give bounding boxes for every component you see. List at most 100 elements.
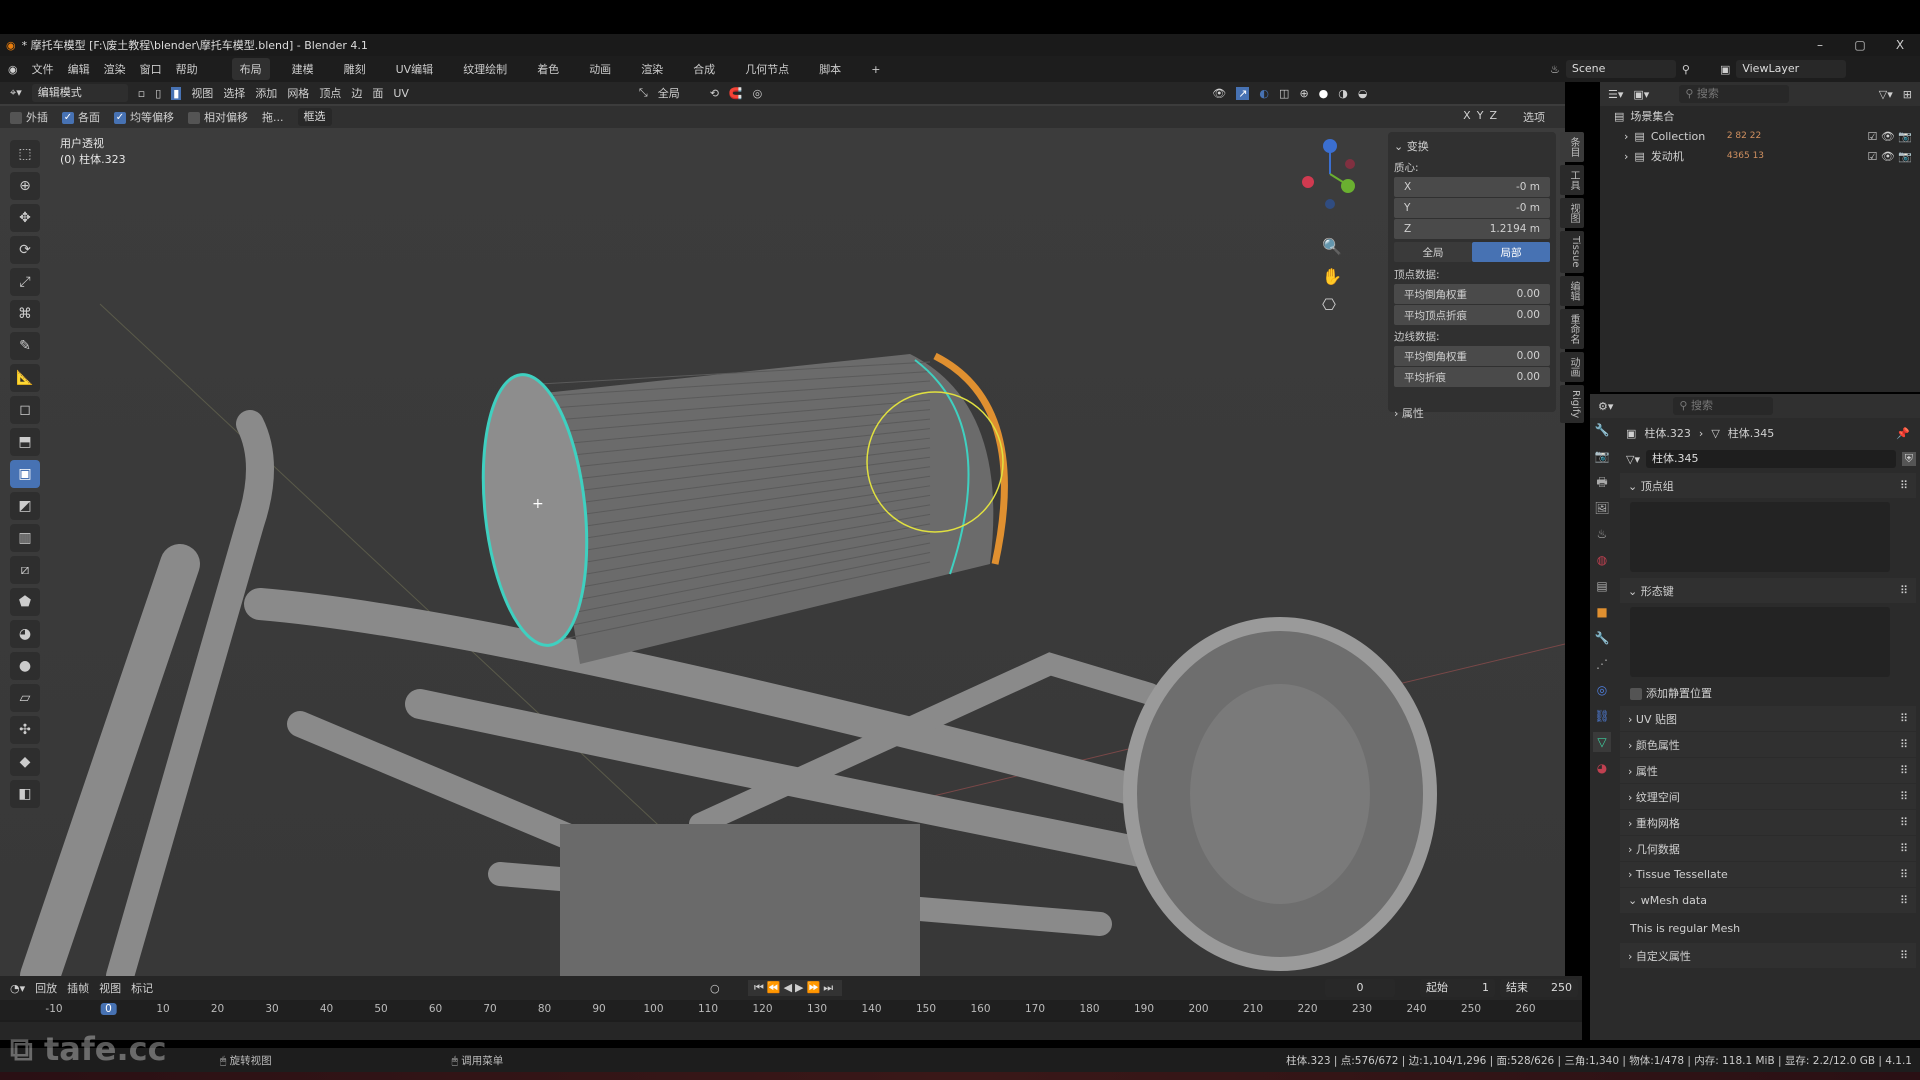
edge-slide-tool-icon[interactable]: ▱ (10, 684, 40, 712)
inset-faces-tool-icon[interactable]: ▣ (10, 460, 40, 488)
editor-type-icon[interactable]: ⚙▾ (1598, 400, 1613, 413)
rendered-shading-icon[interactable]: ◒ (1358, 87, 1368, 100)
attributes-header[interactable]: › 属性 (1394, 405, 1550, 421)
edge-bevel-weight-field[interactable]: 平均倒角权重 0.00 (1394, 346, 1550, 366)
mirror-x-toggle[interactable]: X (1463, 109, 1471, 125)
tab-animation[interactable]: 动画 (1560, 351, 1584, 382)
outliner-row-engine[interactable]: › ▤ 发动机 4365 13 ☑ 👁 📷 (1600, 146, 1920, 166)
rotate-tool-icon[interactable]: ⟳ (10, 236, 40, 264)
add-cube-tool-icon[interactable]: ◻ (10, 396, 40, 424)
scene-field[interactable]: Scene (1565, 60, 1676, 78)
orientation-dropdown[interactable]: 全局 (658, 85, 680, 101)
3d-viewport[interactable]: + 用户透视 (0) 柱体.323 ⬚ ⊕ ✥ ⟳ ⤢ ⌘ ✎ 📐 ◻ ⬒ ▣ … (0, 104, 1565, 976)
rip-tool-icon[interactable]: ◧ (10, 780, 40, 808)
menu-view[interactable]: 视图 (191, 85, 213, 101)
panel-color-attributes[interactable]: › 颜色属性 ⠿ (1620, 732, 1916, 757)
transform-header[interactable]: ⌄ 变换 (1394, 138, 1550, 154)
face-select-icon[interactable]: ▮ (171, 86, 182, 100)
edge-crease-field[interactable]: 平均折痕 0.00 (1394, 367, 1550, 387)
tab-sculpting[interactable]: 雕刻 (336, 58, 374, 80)
panel-geometry-data[interactable]: › 几何数据 ⠿ (1620, 836, 1916, 861)
overlay-icon[interactable]: ◐ (1259, 87, 1269, 100)
filter-view-icon[interactable]: ▣▾ (1633, 88, 1649, 101)
median-y-field[interactable]: Y -0 m (1394, 198, 1550, 218)
tab-uv-editing[interactable]: UV编辑 (388, 58, 442, 80)
tab-modeling[interactable]: 建模 (284, 58, 322, 80)
object-tab-icon[interactable]: ■ (1593, 602, 1611, 622)
menu-mesh[interactable]: 网格 (287, 85, 309, 101)
wireframe-shading-icon[interactable]: ⊕ (1299, 87, 1308, 100)
new-collection-icon[interactable]: ⊞ (1903, 88, 1912, 101)
relative-offset-checkbox[interactable]: 相对偏移 (188, 109, 248, 125)
vertex-bevel-weight-field[interactable]: 平均倒角权重 0.00 (1394, 284, 1550, 304)
viewlayer-field[interactable]: ViewLayer (1736, 60, 1847, 78)
world-tab-icon[interactable]: ◍ (1593, 550, 1611, 570)
shrink-fatten-tool-icon[interactable]: ✣ (10, 716, 40, 744)
median-z-field[interactable]: Z 1.2194 m (1394, 219, 1550, 239)
tab-view[interactable]: 视图 (1560, 198, 1584, 228)
tab-layout[interactable]: 布局 (231, 58, 270, 80)
transform-tool-icon[interactable]: ⌘ (10, 300, 40, 328)
tab-rendering[interactable]: 渲染 (633, 58, 671, 80)
panel-uv-maps[interactable]: › UV 贴图 ⠿ (1620, 706, 1916, 731)
gizmo-icon[interactable]: ↗ (1236, 86, 1250, 100)
drag-dropdown[interactable]: 拖... (262, 109, 284, 125)
vertex-crease-field[interactable]: 平均顶点折痕 0.00 (1394, 305, 1550, 325)
menu-uv[interactable]: UV (393, 87, 409, 100)
display-mode-icon[interactable]: ☰▾ (1608, 88, 1623, 101)
menu-add[interactable]: 添加 (255, 85, 277, 101)
annotate-tool-icon[interactable]: ✎ (10, 332, 40, 360)
shear-tool-icon[interactable]: ◆ (10, 748, 40, 776)
minimize-button[interactable]: – (1800, 34, 1840, 56)
menu-help[interactable]: 帮助 (176, 61, 198, 77)
menu-keying[interactable]: 插帧 (67, 980, 89, 996)
menu-render[interactable]: 渲染 (104, 61, 126, 77)
add-rest-position-checkbox[interactable]: 添加静置位置 (1620, 683, 1916, 705)
physics-tab-icon[interactable]: ◎ (1593, 680, 1611, 700)
extrude-checkbox[interactable]: 外插 (10, 109, 48, 125)
tab-geometry-nodes[interactable]: 几何节点 (737, 58, 797, 80)
local-toggle[interactable]: 局部 (1472, 242, 1550, 262)
view-layer-tab-icon[interactable]: 🖼 (1593, 498, 1611, 518)
pin-icon[interactable]: ⚲ (1682, 63, 1690, 76)
menu-file[interactable]: 文件 (32, 61, 54, 77)
tool-tab-icon[interactable]: 🔧 (1593, 420, 1611, 440)
menu-select[interactable]: 选择 (223, 85, 245, 101)
properties-search[interactable]: ⚲ 搜索 (1673, 397, 1774, 415)
xray-icon[interactable]: ◫ (1279, 87, 1289, 100)
spin-tool-icon[interactable]: ◕ (10, 620, 40, 648)
proportional-edit-icon[interactable]: ◎ (753, 87, 763, 100)
editor-type-icon[interactable]: ⌖▾ (10, 86, 22, 100)
tab-rename[interactable]: 重命名 (1560, 308, 1584, 349)
outliner-row-collection[interactable]: › ▤ Collection 2 82 22 ☑ 👁 📷 (1600, 126, 1920, 146)
tab-item[interactable]: 条目 (1560, 132, 1584, 162)
median-x-field[interactable]: X -0 m (1394, 177, 1550, 197)
loop-cut-tool-icon[interactable]: ▥ (10, 524, 40, 552)
particles-tab-icon[interactable]: ⋰ (1593, 654, 1611, 674)
measure-tool-icon[interactable]: 📐 (10, 364, 40, 392)
playback-controls[interactable]: ⏮⏪◀▶⏩⏭ (748, 980, 843, 996)
move-tool-icon[interactable]: ✥ (10, 204, 40, 232)
select-mode-dropdown[interactable]: 框选 (297, 108, 332, 126)
poly-build-tool-icon[interactable]: ⬟ (10, 588, 40, 616)
navigation-gizmo[interactable]: 🔍 ✋ ⎔ ▦ (1290, 134, 1370, 314)
output-tab-icon[interactable]: 🖶 (1593, 472, 1611, 492)
mirror-y-toggle[interactable]: Y (1477, 109, 1484, 125)
menu-edge[interactable]: 边 (351, 85, 362, 101)
panel-wmesh-data[interactable]: ⌄ wMesh data ⠿ (1620, 888, 1916, 913)
global-toggle[interactable]: 全局 (1394, 242, 1472, 262)
frame-ruler[interactable]: -10 0 10 20 30 40 50 60 70 80 90 100 110 120 130 140 150… (0, 1000, 1582, 1020)
fake-user-icon[interactable]: ⛨ (1901, 452, 1916, 466)
edge-select-icon[interactable]: ▯ (155, 87, 161, 100)
scale-tool-icon[interactable]: ⤢ (10, 268, 40, 296)
menu-view[interactable]: 视图 (99, 980, 121, 996)
shape-keys-header[interactable]: ⌄ 形态键 ⠿ (1620, 578, 1916, 603)
menu-face[interactable]: 面 (372, 85, 383, 101)
snap-icon[interactable]: 🧲 (729, 87, 743, 100)
material-shading-icon[interactable]: ◑ (1338, 87, 1348, 100)
start-frame-field[interactable]: 起始 1 (1420, 979, 1495, 997)
mode-dropdown[interactable]: 编辑模式 (31, 84, 128, 102)
each-face-checkbox[interactable]: ✓ 各面 (62, 109, 100, 125)
panel-remesh[interactable]: › 重构网格 ⠿ (1620, 810, 1916, 835)
render-tab-icon[interactable]: 📷 (1593, 446, 1611, 466)
